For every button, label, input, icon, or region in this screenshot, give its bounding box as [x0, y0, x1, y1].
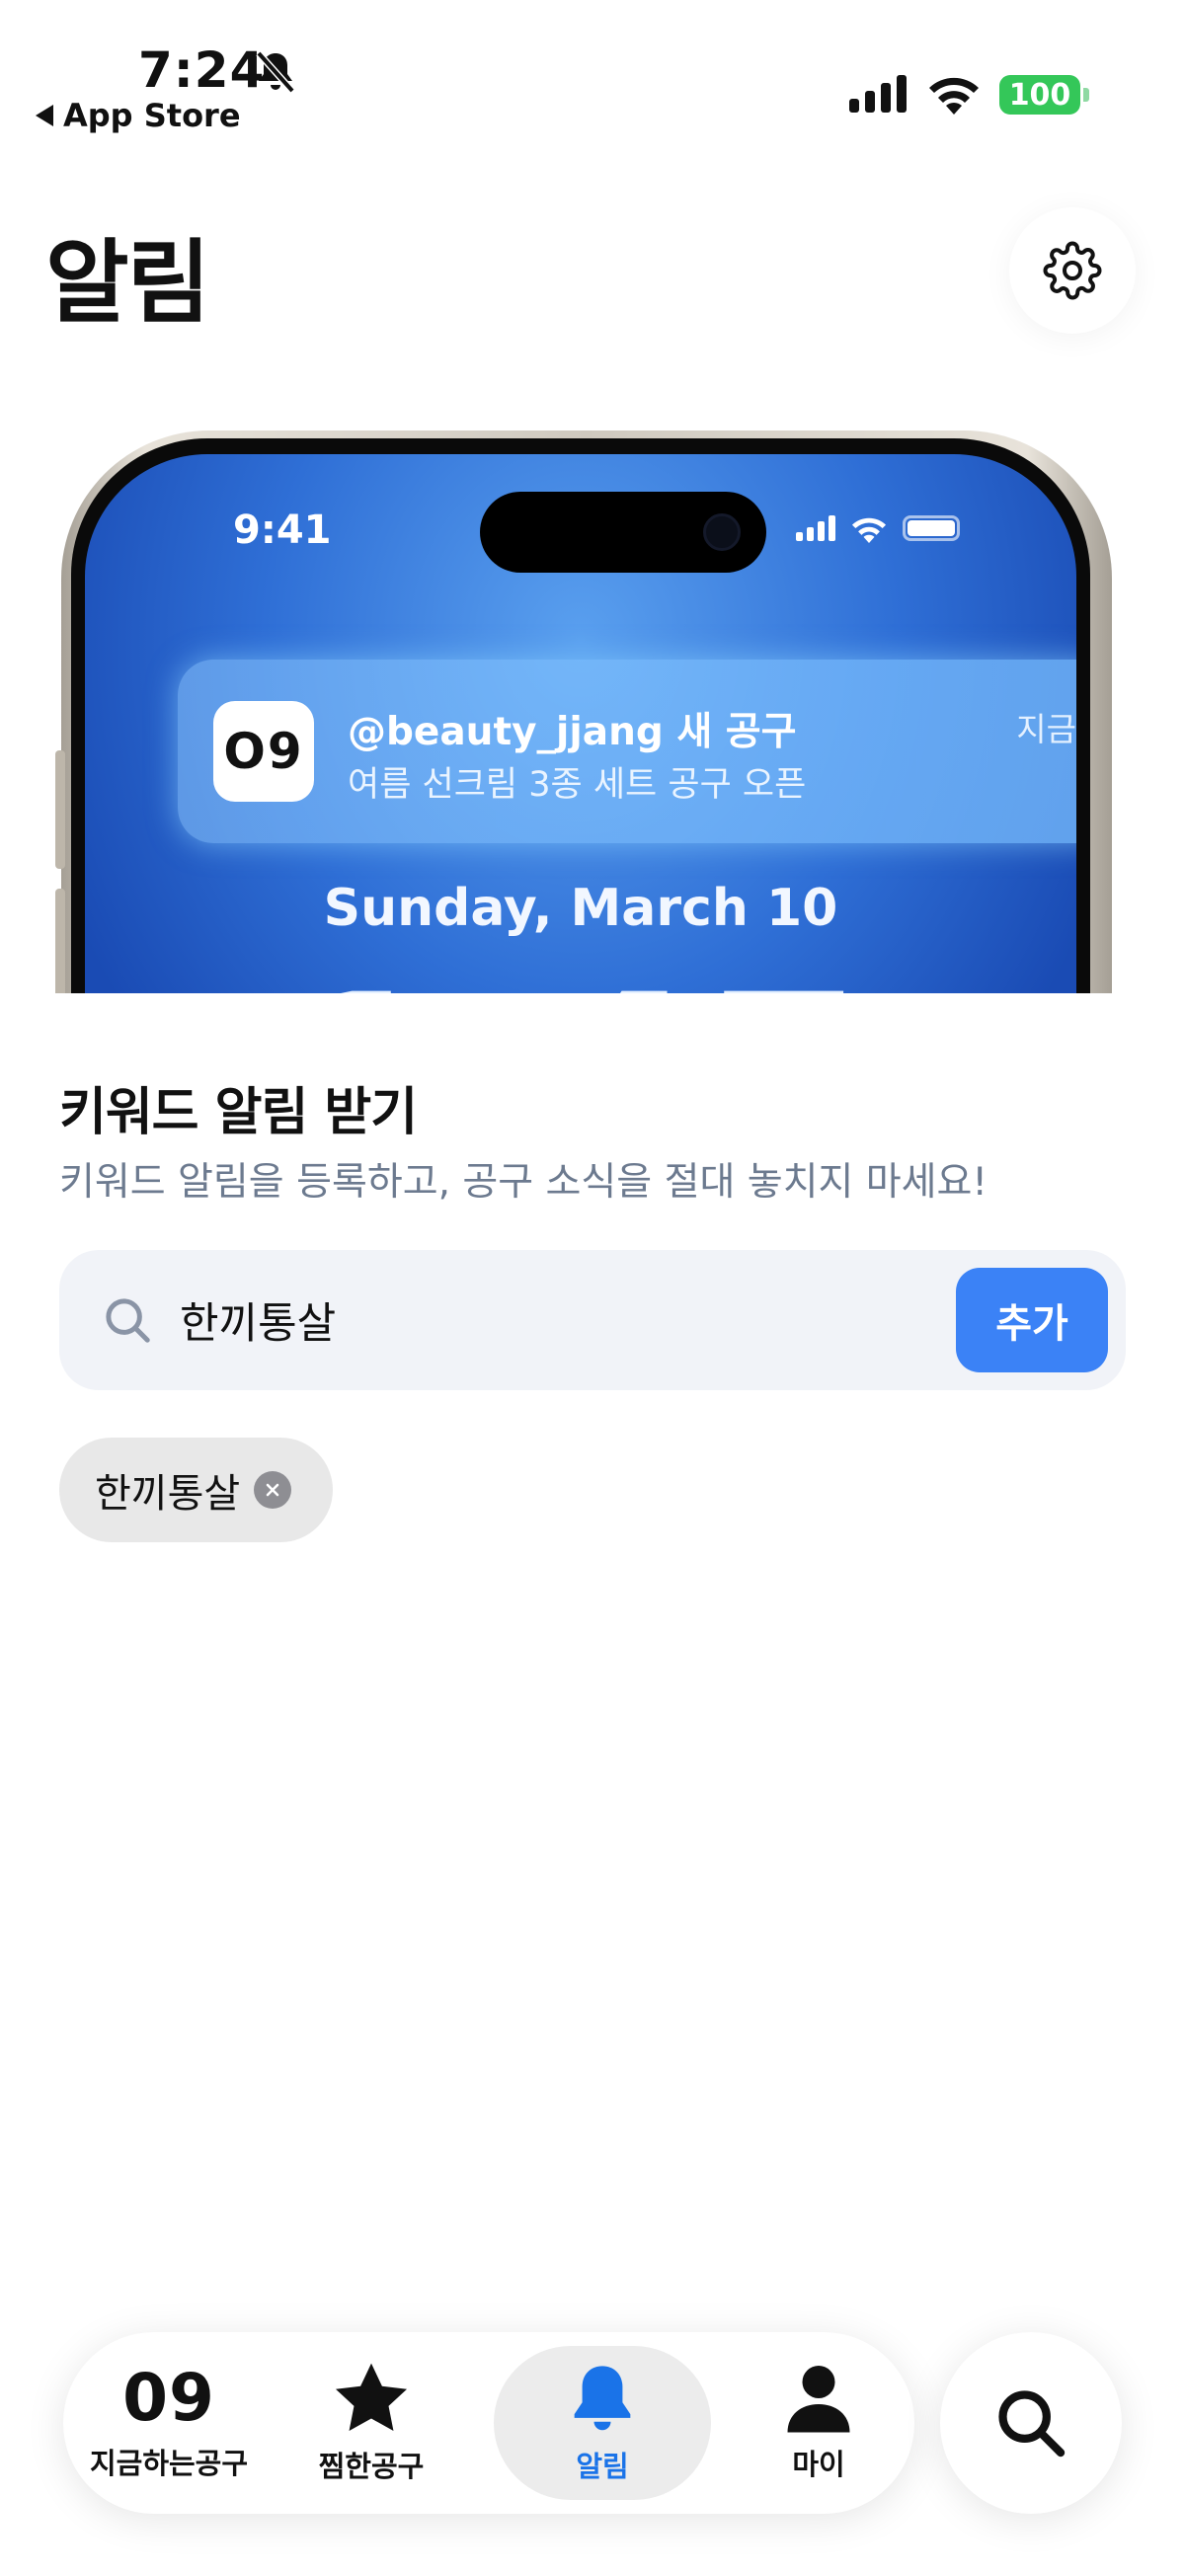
person-icon: [787, 2366, 850, 2433]
star-icon: [335, 2363, 408, 2432]
dynamic-island: [480, 492, 766, 573]
keyword-section-subtitle: 키워드 알림을 등록하고, 공구 소식을 절대 놓치지 마세요!: [59, 1160, 988, 1205]
phone-signal-icon: [796, 515, 835, 541]
battery-level: 100: [1008, 77, 1071, 113]
back-arrow-icon: [36, 105, 53, 126]
bell-icon: [574, 2366, 631, 2431]
status-time: 7:24: [138, 41, 266, 99]
back-to-app-store[interactable]: App Store: [36, 97, 241, 134]
search-icon: [998, 2390, 1066, 2458]
battery-tip: [1083, 88, 1089, 102]
bell-slash-icon: [256, 50, 295, 94]
phone-side-button: [55, 889, 65, 993]
back-app-label: App Store: [63, 97, 241, 134]
cellular-signal-icon: [849, 75, 907, 113]
keyword-search-box: 추가: [59, 1250, 1126, 1390]
app-logo-icon: 09: [122, 2360, 215, 2436]
tab-label: 지금하는공구: [89, 2447, 249, 2480]
tab-notifications[interactable]: 알림: [494, 2332, 711, 2514]
camera-icon: [703, 513, 741, 551]
status-bar: 7:24 App Store 100: [0, 0, 1185, 138]
tab-label: 알림: [576, 2450, 629, 2483]
tab-label: 찜한공구: [318, 2450, 425, 2483]
tab-my[interactable]: 마이: [735, 2332, 903, 2514]
notification-body: 여름 선크림 3종 세트 공구 오픈: [348, 765, 807, 805]
tab-favorites[interactable]: 찜한공구: [282, 2332, 460, 2514]
keyword-chip-label: 한끼통살: [95, 1471, 241, 1517]
tab-now-group-buy[interactable]: 09 지금하는공구: [75, 2332, 263, 2514]
wifi-icon: [929, 77, 979, 115]
app-logo-icon: O9: [213, 701, 314, 802]
keyword-section-title: 키워드 알림 받기: [59, 1083, 418, 1142]
search-button[interactable]: [940, 2332, 1122, 2514]
phone-status-icons: [796, 513, 960, 543]
notification-banner: O9 @beauty_jjang 새 공구 여름 선크림 3종 세트 공구 오픈…: [178, 660, 1076, 843]
remove-keyword-icon[interactable]: [254, 1471, 292, 1509]
lock-screen-clock: 1:47: [85, 948, 1076, 993]
page-title: 알림: [45, 230, 210, 336]
phone-wifi-icon: [851, 517, 887, 543]
phone-lock-screen: 9:41 O9 @beauty_jjang 새 공구 여름 선크림 3종 세트 …: [85, 454, 1076, 993]
close-icon: [266, 1483, 279, 1497]
hero-phone-illustration: 9:41 O9 @beauty_jjang 새 공구 여름 선크림 3종 세트 …: [55, 425, 1118, 993]
settings-button[interactable]: [1009, 207, 1136, 334]
notification-time: 지금: [1016, 710, 1076, 748]
search-icon: [106, 1298, 150, 1343]
phone-side-button: [55, 750, 65, 869]
notification-title: @beauty_jjang 새 공구: [348, 710, 797, 754]
keyword-input[interactable]: [180, 1280, 989, 1361]
bottom-tab-bar: 09 지금하는공구 찜한공구 알림 마이: [63, 2332, 914, 2514]
phone-battery-icon: [903, 515, 960, 541]
add-keyword-button[interactable]: 추가: [956, 1268, 1108, 1372]
tab-label: 마이: [792, 2448, 845, 2481]
battery-icon: 100: [999, 75, 1080, 115]
gear-icon: [1043, 241, 1102, 300]
lock-screen-date: Sunday, March 10: [323, 879, 838, 938]
keyword-chip: 한끼통살: [59, 1438, 334, 1542]
phone-status-time: 9:41: [233, 507, 332, 553]
